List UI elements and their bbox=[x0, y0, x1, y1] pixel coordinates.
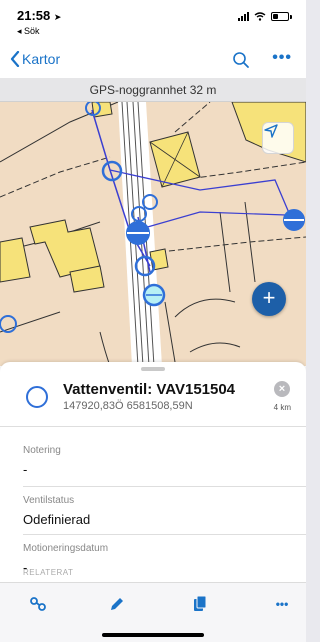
property-line bbox=[174, 102, 211, 133]
app-screen: 21:58 ➤ ◂ Sök Kartor ••• GPS-noggrannhet… bbox=[0, 0, 306, 642]
attribute-value: Odefinierad bbox=[23, 512, 91, 527]
battery-tip bbox=[290, 14, 292, 19]
toolbar-more-button[interactable]: ••• bbox=[270, 597, 294, 617]
attribute-notering: Notering - bbox=[23, 445, 61, 477]
divider bbox=[23, 486, 306, 487]
property-line bbox=[174, 298, 236, 318]
property-line bbox=[164, 301, 176, 363]
bottom-toolbar: ••• bbox=[0, 582, 306, 642]
property-line bbox=[0, 156, 111, 198]
navigation-bar: Kartor ••• bbox=[0, 44, 306, 78]
status-icons bbox=[238, 12, 292, 21]
attribute-label: Ventilstatus bbox=[23, 495, 75, 506]
property-line bbox=[99, 331, 111, 366]
feature-distance: 4 km bbox=[273, 403, 291, 412]
home-indicator bbox=[102, 633, 204, 637]
link-nodes-icon bbox=[30, 597, 46, 611]
attribute-ventilstatus: Ventilstatus Odefinierad bbox=[23, 495, 90, 527]
feature-header: Vattenventil: VAV151504 147920,83Ö 65815… bbox=[0, 376, 306, 426]
signal-icon bbox=[238, 12, 249, 21]
pencil-icon bbox=[111, 598, 123, 610]
building bbox=[0, 237, 31, 283]
valve-symbol[interactable] bbox=[126, 221, 150, 245]
selected-valve-symbol[interactable] bbox=[142, 283, 166, 307]
status-time: 21:58 ➤ bbox=[17, 8, 62, 23]
relationship-button[interactable] bbox=[28, 595, 48, 615]
copy-button[interactable] bbox=[190, 595, 210, 615]
property-line bbox=[159, 236, 306, 253]
property-line bbox=[189, 342, 241, 353]
wifi-icon bbox=[254, 12, 266, 21]
attribute-value: - bbox=[23, 462, 28, 477]
edit-button[interactable] bbox=[107, 595, 127, 615]
battery-icon bbox=[271, 12, 289, 21]
property-line bbox=[219, 211, 231, 293]
attribute-label: Motioneringsdatum bbox=[23, 543, 109, 554]
panel-drag-handle[interactable] bbox=[141, 367, 165, 371]
related-section-title: RELATERAT bbox=[23, 568, 74, 577]
gps-accuracy-banner: GPS-noggrannhet 32 m bbox=[0, 78, 306, 102]
valve-symbol[interactable] bbox=[283, 209, 305, 231]
map-view[interactable]: + bbox=[0, 102, 306, 366]
divider bbox=[23, 534, 306, 535]
divider bbox=[0, 426, 306, 427]
attribute-label: Notering bbox=[23, 445, 61, 456]
chevron-left-icon bbox=[10, 51, 20, 67]
add-feature-button[interactable]: + bbox=[252, 282, 286, 316]
back-to-app-link[interactable]: ◂ Sök bbox=[17, 26, 40, 37]
property-line bbox=[0, 311, 61, 333]
locate-me-button[interactable] bbox=[262, 122, 294, 154]
copy-document-icon bbox=[194, 595, 207, 611]
back-button-label: Kartor bbox=[22, 51, 61, 67]
close-button[interactable]: × bbox=[274, 381, 290, 397]
feature-title: Vattenventil: VAV151504 bbox=[63, 381, 236, 398]
status-bar: 21:58 ➤ ◂ Sök bbox=[0, 0, 306, 44]
valve-legend-icon bbox=[26, 386, 48, 408]
navigation-arrow-icon bbox=[264, 124, 278, 138]
more-options-button[interactable]: ••• bbox=[272, 49, 292, 67]
location-arrow-icon: ➤ bbox=[53, 12, 62, 22]
feature-coordinates: 147920,83Ö 6581508,59N bbox=[63, 400, 193, 412]
search-icon[interactable] bbox=[232, 51, 250, 69]
map-canvas bbox=[0, 102, 306, 366]
back-button[interactable]: Kartor bbox=[10, 51, 60, 67]
